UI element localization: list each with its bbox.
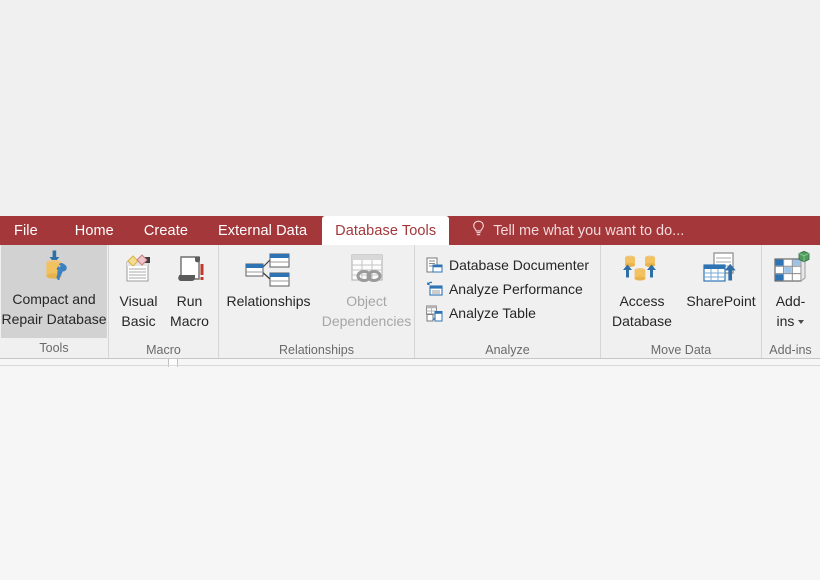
lower-workspace-canvas xyxy=(0,359,820,580)
analyze-table-label: Analyze Table xyxy=(448,305,536,321)
canvas-divider xyxy=(0,365,820,366)
tell-me-search[interactable]: Tell me what you want to do... xyxy=(449,216,684,245)
compact-and-repair-database-button[interactable]: Compact and Repair Database xyxy=(1,245,107,338)
chevron-down-icon[interactable] xyxy=(798,320,805,325)
object-dependencies-icon xyxy=(344,251,390,289)
ribbon-group-move-data: Access Database SharePoint Move Data xyxy=(600,245,761,358)
tab-database-tools-label: Database Tools xyxy=(335,222,437,239)
run-macro-icon xyxy=(173,251,207,289)
run-macro-label: Run Macro xyxy=(170,293,209,329)
relationships-label: Relationships xyxy=(226,293,311,309)
database-repair-icon xyxy=(34,249,74,287)
group-label-analyze: Analyze xyxy=(485,343,530,357)
database-documenter-label: Database Documenter xyxy=(448,257,590,273)
add-ins-label: Add- ins xyxy=(776,291,806,331)
tab-database-tools[interactable]: Database Tools xyxy=(322,216,450,245)
lightbulb-icon xyxy=(471,220,486,241)
ribbon: File Home Create External Data Database … xyxy=(0,216,820,359)
tab-external-data[interactable]: External Data xyxy=(203,216,322,245)
access-database-button[interactable]: Access Database xyxy=(602,247,682,340)
ribbon-tab-strip: File Home Create External Data Database … xyxy=(0,216,820,245)
visual-basic-button[interactable]: Visual Basic xyxy=(113,247,165,340)
ribbon-body: Compact and Repair Database Tools Visual… xyxy=(0,245,820,359)
tell-me-placeholder: Tell me what you want to do... xyxy=(493,222,685,239)
group-label-relationships: Relationships xyxy=(278,343,355,357)
access-database-icon xyxy=(617,251,667,289)
ribbon-group-tools: Compact and Repair Database Tools xyxy=(0,245,108,358)
analyze-command-list: Database Documenter Analyze Performance … xyxy=(422,247,593,340)
group-label-move-data: Move Data xyxy=(650,343,712,357)
tab-create[interactable]: Create xyxy=(129,216,203,245)
tab-external-data-label: External Data xyxy=(217,222,308,239)
tab-home-label: Home xyxy=(74,222,114,239)
compact-and-repair-database-label: Compact and Repair Database xyxy=(1,291,107,327)
database-documenter-icon xyxy=(426,257,443,274)
analyze-performance-label: Analyze Performance xyxy=(448,281,583,297)
tab-home[interactable]: Home xyxy=(60,216,129,245)
tab-create-label: Create xyxy=(143,222,188,239)
access-database-label: Access Database xyxy=(612,293,672,329)
add-ins-button[interactable]: Add- ins xyxy=(762,247,820,340)
sharepoint-icon xyxy=(699,251,743,289)
analyze-table-button[interactable]: Analyze Table xyxy=(422,301,593,325)
database-documenter-button[interactable]: Database Documenter xyxy=(422,253,593,277)
group-label-tools: Tools xyxy=(39,341,69,355)
group-label-add-ins: Add-ins xyxy=(769,343,812,357)
sharepoint-button[interactable]: SharePoint xyxy=(682,247,760,340)
ribbon-group-macro: Visual Basic Run Macro Macro xyxy=(108,245,218,358)
object-dependencies-label: Object Dependencies xyxy=(321,293,412,329)
analyze-performance-button[interactable]: Analyze Performance xyxy=(422,277,593,301)
add-ins-icon xyxy=(771,251,811,289)
tab-file[interactable]: File xyxy=(0,216,60,245)
ribbon-group-relationships: Relationships Object Dependencies Relati… xyxy=(218,245,414,358)
ribbon-group-add-ins: Add- ins Add-ins xyxy=(761,245,819,358)
relationships-button[interactable]: Relationships xyxy=(219,247,319,340)
upper-workspace-canvas xyxy=(0,0,820,216)
group-label-macro: Macro xyxy=(146,343,181,357)
analyze-table-icon xyxy=(425,305,443,322)
ribbon-group-analyze: Database Documenter Analyze Performance … xyxy=(414,245,600,358)
analyze-performance-icon xyxy=(426,281,443,298)
relationships-icon xyxy=(240,251,298,289)
visual-basic-label: Visual Basic xyxy=(119,293,158,329)
tab-file-label: File xyxy=(14,222,38,239)
visual-basic-icon xyxy=(120,251,158,289)
sharepoint-label: SharePoint xyxy=(686,293,756,309)
run-macro-button[interactable]: Run Macro xyxy=(165,247,215,340)
object-dependencies-button[interactable]: Object Dependencies xyxy=(319,247,415,340)
